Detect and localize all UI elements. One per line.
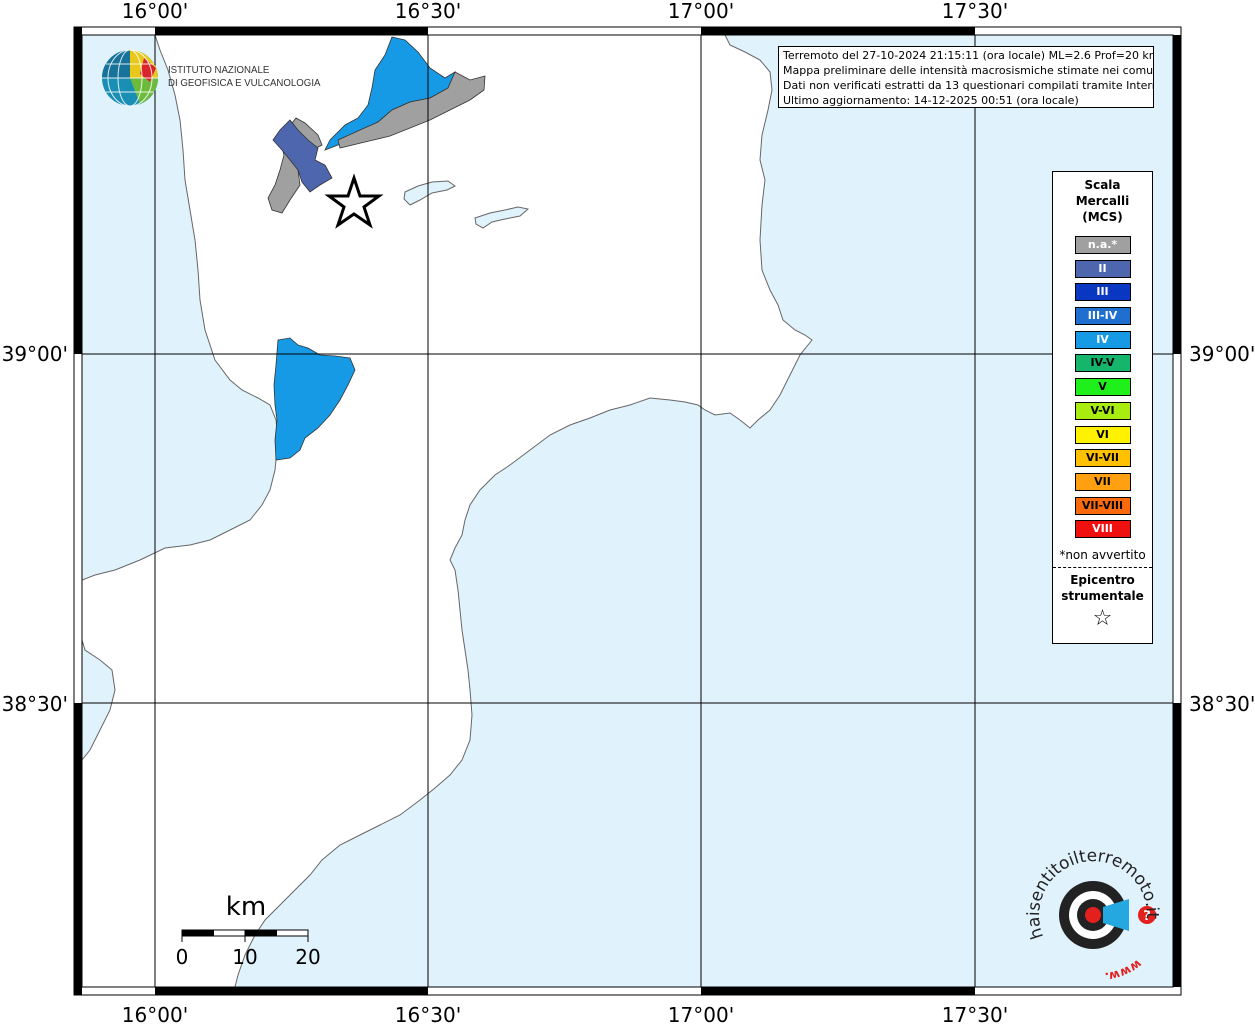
lon-label-bottom: 17°30' [942,1003,1008,1024]
legend-item: III [1074,283,1131,302]
info-line-update: Ultimo aggiornamento: 14-12-2025 00:51 (… [783,94,1079,107]
lon-label-top: 17°00' [668,0,734,23]
lon-label-bottom: 17°00' [668,1003,734,1024]
lat-label-right: 39°00' [1189,342,1255,366]
legend-items: n.a.* II III III-IV IV IV-V V V-VI VI VI-VII VII VI… [1053,236,1152,539]
legend-title: Scala Mercalli (MCS) [1053,177,1152,225]
scale-bar-label: 10 [232,945,257,969]
legend-epicenter-line: Epicentro [1070,573,1135,588]
legend-item: VII-VIII [1074,496,1131,515]
legend-separator [1053,567,1152,569]
ingv-logo-line2: DI GEOFISICA E VULCANOLOGIA [168,77,321,89]
lon-label-top: 17°30' [942,0,1008,23]
legend-epicenter-line: strumentale [1061,589,1144,604]
legend-item: IV [1074,330,1131,349]
legend-item: V [1074,378,1131,397]
star-icon: ☆ [1092,606,1113,632]
scale-bar-label: 0 [176,945,189,969]
legend-title-line: (MCS) [1082,210,1123,224]
lon-label-bottom: 16°00' [122,1003,188,1024]
ingv-logo-line1: ISTITUTO NAZIONALE [168,64,270,76]
legend-item: V-VI [1074,401,1131,420]
scale-bar-title: km [226,892,266,922]
ingv-logo-text: ISTITUTO NAZIONALE DI GEOFISICA E VULCAN… [168,64,320,90]
legend-epicenter-label: Epicentro strumentale [1053,572,1152,604]
legend-title-line: Mercalli [1075,194,1130,208]
legend-item: VII [1074,472,1131,491]
scale-bar-label: 20 [295,945,320,969]
lon-label-bottom: 16°30' [395,1003,461,1024]
legend-item: VIII [1074,520,1131,539]
lat-label-left: 39°00' [2,342,68,366]
legend-item: II [1074,259,1131,278]
earthquake-info-box: Terremoto del 27-10-2024 21:15:11 (ora l… [778,46,1154,108]
info-line-map: Mappa preliminare delle intensità macros… [783,64,1154,77]
mcs-legend: Scala Mercalli (MCS) n.a.* II III III-IV IV I… [1052,171,1153,644]
lat-label-left: 38°30' [2,692,68,716]
legend-item: VI-VII [1074,449,1131,468]
info-line-data: Dati non verificati estratti da 13 quest… [783,79,1154,92]
ingv-logo: ISTITUTO NAZIONALE DI GEOFISICA E VULCAN… [100,48,320,108]
legend-item: n.a.* [1074,236,1131,254]
legend-title-line: Scala [1084,178,1121,192]
ingv-globe-icon [102,49,158,107]
legend-note: *non avvertito [1059,548,1146,563]
lon-label-top: 16°30' [395,0,461,23]
legend-item: IV-V [1074,354,1131,373]
lat-label-right: 38°30' [1189,692,1255,716]
legend-item: VI [1074,425,1131,444]
legend-item: III-IV [1074,307,1131,326]
lon-label-top: 16°00' [122,0,188,23]
info-line-event: Terremoto del 27-10-2024 21:15:11 (ora l… [783,49,1154,62]
